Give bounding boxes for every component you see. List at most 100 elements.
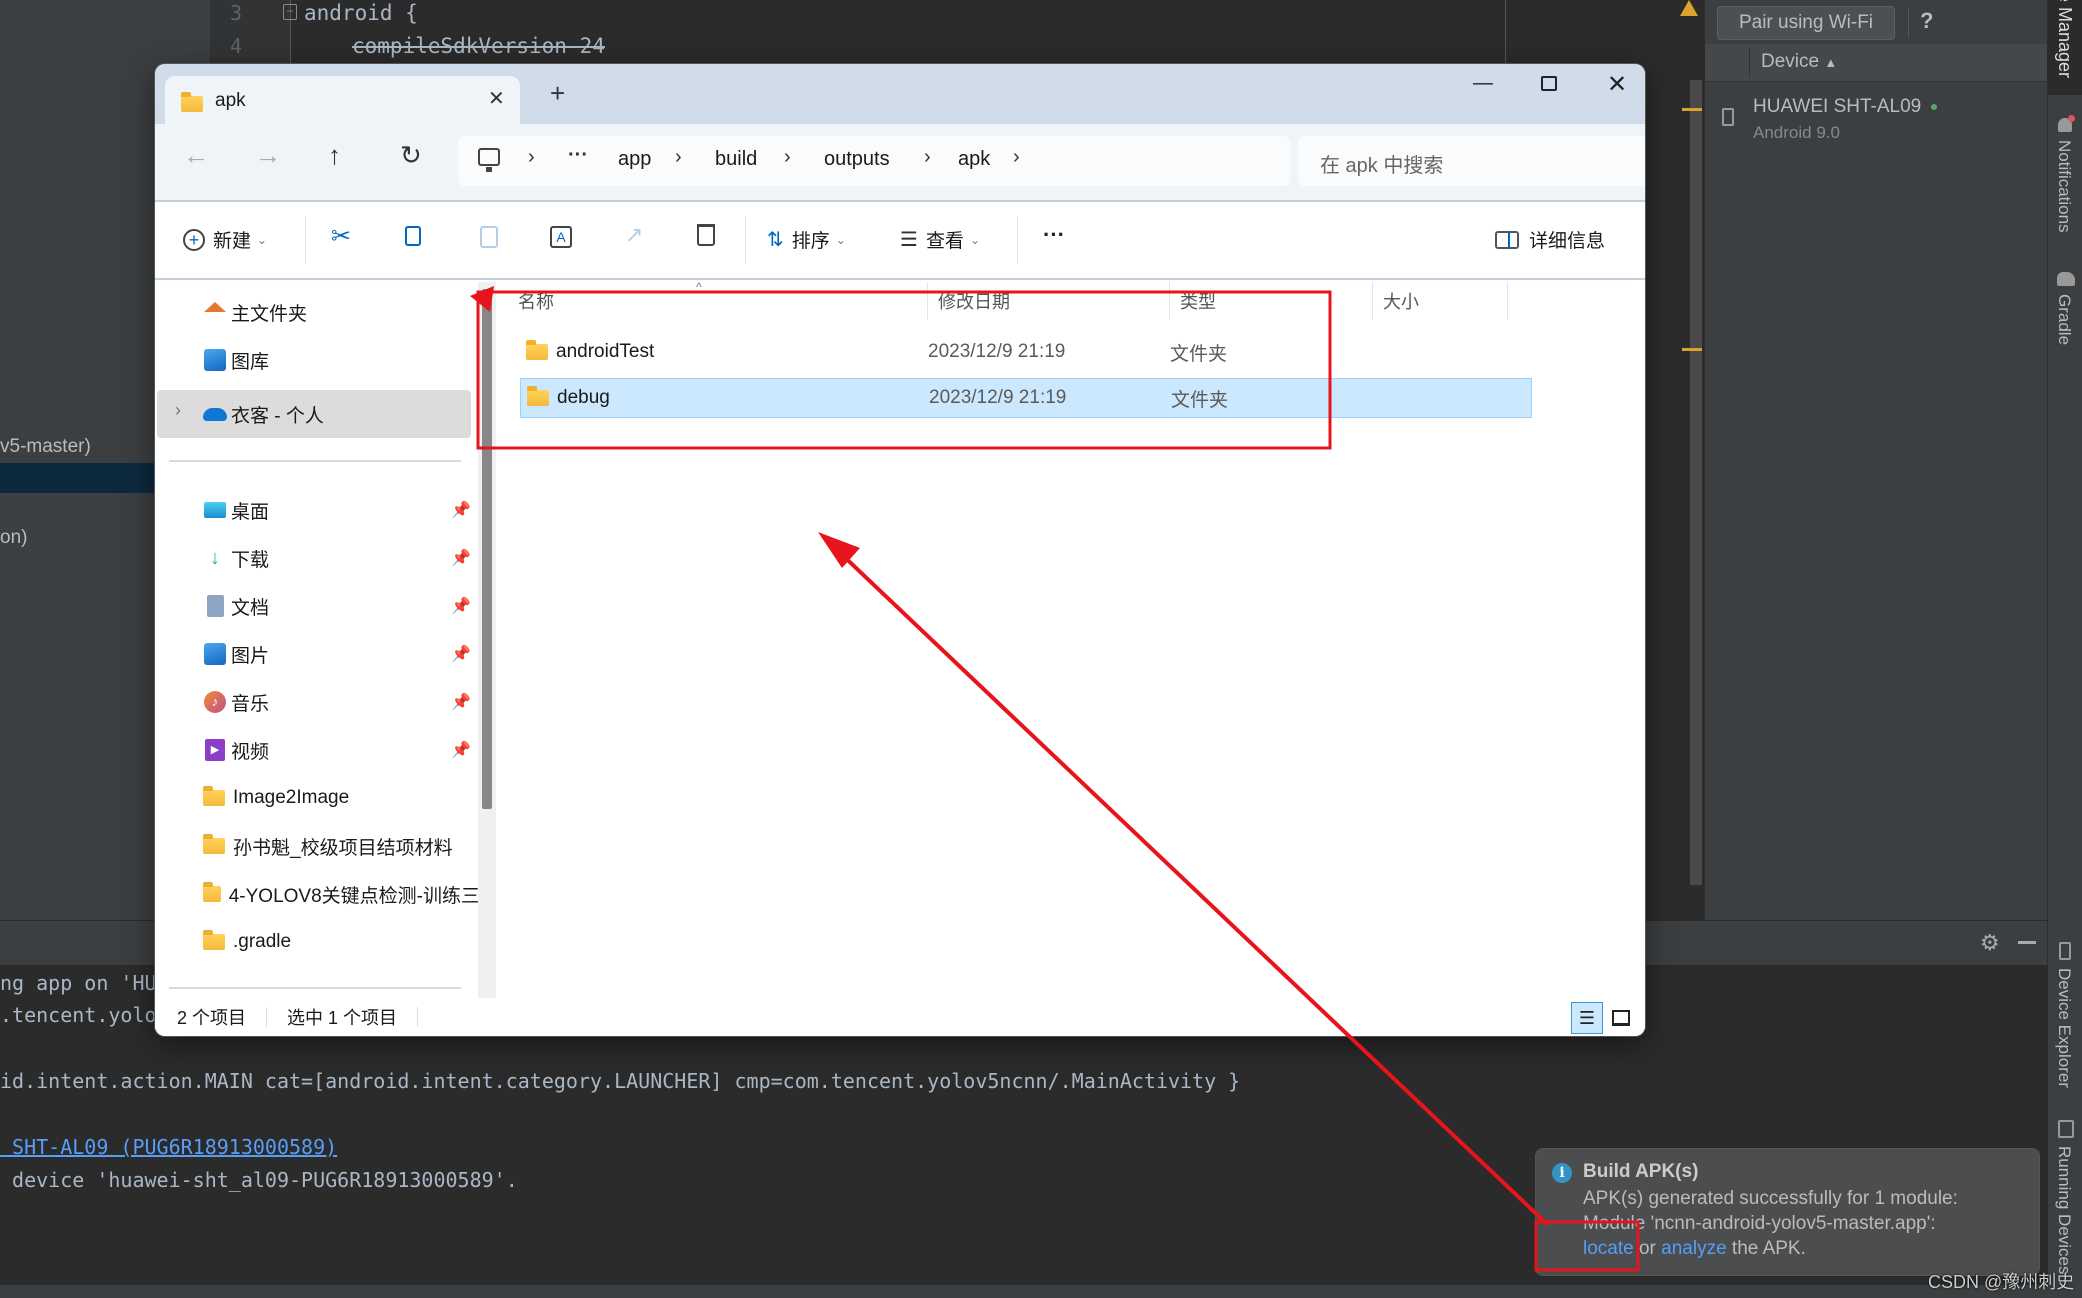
chevron-right-icon[interactable]: › (924, 146, 931, 169)
column-header-type[interactable]: 类型 (1170, 282, 1373, 320)
pin-icon[interactable]: 📌 (451, 644, 471, 664)
folder-icon (526, 340, 548, 360)
sidebar-item-folder[interactable]: 孙书魁_校级项目结项材料 (203, 828, 453, 864)
column-header-name[interactable]: 名称 (508, 282, 928, 320)
sidebar-label: 下载 (231, 549, 270, 571)
sidebar-label: .gradle (233, 931, 292, 952)
warning-icon[interactable] (1680, 0, 1698, 16)
pair-wifi-button[interactable]: Pair using Wi-Fi (1717, 6, 1895, 40)
sidebar-item-downloads[interactable]: ↓ 下载 (203, 540, 269, 576)
column-header-date[interactable]: 修改日期 (928, 282, 1170, 320)
tab-gradle[interactable]: Gradle (2048, 270, 2082, 350)
chevron-right-icon[interactable]: › (675, 146, 682, 169)
address-bar[interactable]: › ··· app › build › outputs › apk › (458, 136, 1290, 186)
editor-scrollbar[interactable] (1690, 80, 1702, 885)
sidebar-item-home[interactable]: 主文件夹 (203, 294, 307, 330)
tab-notifications[interactable]: Notifications (2048, 112, 2082, 242)
pin-icon[interactable]: 📌 (451, 548, 471, 568)
minimize-button[interactable]: — (1473, 72, 1493, 95)
column-label: 名称 (518, 292, 554, 312)
tiles-view-button[interactable] (1609, 1006, 1633, 1030)
sort-button[interactable]: ⇅ 排序 ⌄ (767, 226, 846, 253)
details-pane-icon (1495, 230, 1519, 249)
sidebar-item-onedrive-label[interactable]: 衣客 - 个人 (203, 396, 324, 432)
chevron-right-icon[interactable]: › (1013, 146, 1020, 169)
sidebar-item-videos[interactable]: ▶ 视频 (203, 732, 269, 768)
sidebar-item-pictures[interactable]: 图片 (203, 636, 269, 672)
breadcrumb-apk[interactable]: apk (958, 148, 990, 171)
share-icon[interactable]: ↗ (625, 222, 643, 248)
chevron-right-icon[interactable]: › (528, 146, 535, 169)
help-button[interactable]: ? (1920, 8, 1933, 34)
phone-icon (2059, 942, 2071, 960)
device-link[interactable]: SHT-AL09 (PUG6R18913000589) (0, 1135, 337, 1159)
column-header-size[interactable]: 大小 (1373, 282, 1508, 320)
fold-icon[interactable]: − (283, 4, 297, 20)
divider (266, 1007, 268, 1027)
breadcrumb-app[interactable]: app (618, 148, 651, 171)
tab-device-manager[interactable]: e Manager (2048, 0, 2082, 95)
settings-gear-icon[interactable]: ⚙ (1980, 932, 2000, 954)
warning-marker[interactable] (1682, 348, 1702, 351)
divider (1908, 8, 1909, 38)
folder-icon (181, 92, 203, 112)
onedrive-icon (203, 402, 227, 426)
sidebar-item-folder[interactable]: .gradle (203, 924, 291, 960)
locate-link[interactable]: locate (1583, 1238, 1634, 1259)
analyze-link[interactable]: analyze (1661, 1238, 1727, 1259)
close-tab-icon[interactable]: ✕ (488, 86, 505, 111)
new-tab-button[interactable]: + (550, 78, 565, 109)
breadcrumb-overflow[interactable]: ··· (568, 144, 588, 167)
pin-icon[interactable]: 📌 (451, 596, 471, 616)
document-icon (203, 594, 227, 618)
rename-icon[interactable]: A (550, 226, 572, 248)
copy-icon[interactable] (405, 226, 421, 246)
view-button[interactable]: ☰ 查看 ⌄ (900, 226, 980, 253)
up-button[interactable]: ↑ (328, 140, 341, 171)
close-window-button[interactable]: ✕ (1607, 70, 1627, 99)
breadcrumb-outputs[interactable]: outputs (824, 148, 890, 171)
sidebar-item-music[interactable]: ♪ 音乐 (203, 684, 269, 720)
file-explorer-window: apk ✕ + — ✕ ← → ↑ ↻ › ··· app › build › … (155, 64, 1645, 1036)
pin-icon[interactable]: 📌 (451, 500, 471, 520)
forward-button[interactable]: → (255, 140, 281, 171)
cut-icon[interactable]: ✂ (331, 222, 351, 251)
search-box[interactable]: 在 apk 中搜索 (1298, 136, 1645, 186)
back-button[interactable]: ← (183, 140, 209, 171)
delete-icon[interactable] (697, 224, 715, 246)
refresh-button[interactable]: ↻ (400, 140, 422, 171)
chevron-right-icon[interactable]: › (784, 146, 791, 169)
file-row-selected[interactable]: debug 2023/12/9 21:19 文件夹 (520, 378, 1532, 418)
sidebar-item-desktop[interactable]: 桌面 (203, 492, 269, 528)
details-pane-button[interactable]: 详细信息 (1495, 226, 1605, 253)
file-row[interactable]: androidTest 2023/12/9 21:19 文件夹 (520, 332, 1532, 372)
warning-marker[interactable] (1682, 108, 1702, 111)
tiles-view-icon (1612, 1010, 1630, 1026)
tab-label: Gradle (2055, 294, 2074, 346)
view-lines-icon: ☰ (900, 229, 918, 251)
pin-icon[interactable]: 📌 (451, 692, 471, 712)
details-view-button[interactable]: ☰ (1571, 1002, 1603, 1034)
pin-icon[interactable]: 📌 (451, 740, 471, 760)
paste-icon[interactable] (480, 226, 498, 248)
tab-device-explorer[interactable]: Device Explorer (2048, 940, 2082, 1090)
column-device[interactable]: Device ▲ (1761, 51, 1837, 73)
info-icon: i (1552, 1163, 1572, 1183)
this-pc-icon[interactable] (478, 148, 500, 166)
expand-chevron-icon[interactable]: › (175, 400, 181, 421)
sidebar-scrollbar-thumb[interactable] (482, 289, 492, 809)
minimize-panel-button[interactable] (2018, 941, 2036, 944)
device-row[interactable]: HUAWEI SHT-AL09 Android 9.0 (1705, 90, 2047, 150)
sidebar-item-folder[interactable]: Image2Image (203, 780, 349, 816)
new-button[interactable]: + 新建 ⌄ (183, 226, 267, 253)
chevron-down-icon: ⌄ (969, 232, 981, 247)
column-label: 修改日期 (938, 292, 1010, 312)
more-options-button[interactable]: ··· (1043, 222, 1065, 248)
sidebar-item-documents[interactable]: 文档 (203, 588, 269, 624)
tab-label: Device Explorer (2055, 968, 2074, 1088)
sidebar-item-gallery[interactable]: 图库 (203, 342, 269, 378)
breadcrumb-build[interactable]: build (715, 148, 757, 171)
maximize-button[interactable] (1541, 76, 1557, 91)
sidebar-label: Image2Image (233, 787, 350, 808)
sidebar-item-folder[interactable]: 4-YOLOV8关键点检测-训练三 (203, 876, 480, 912)
